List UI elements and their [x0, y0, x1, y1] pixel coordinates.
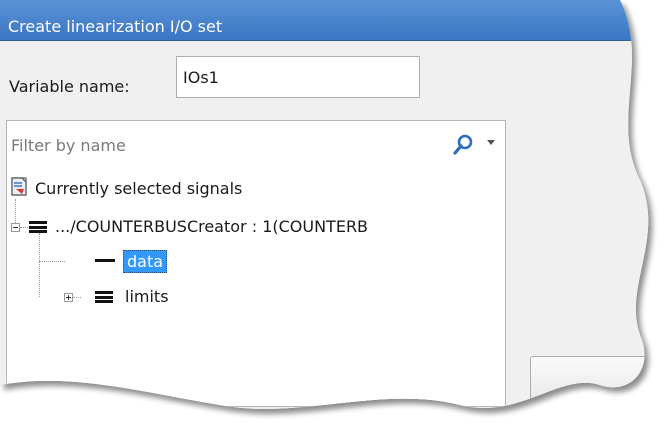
- tree-item-limits[interactable]: limits: [125, 287, 169, 306]
- variable-name-input[interactable]: [176, 56, 420, 98]
- tree-guide-line: [73, 297, 81, 298]
- bus-icon: [29, 221, 47, 233]
- dialog-panel: Create linearization I/O set Variable na…: [0, 0, 664, 433]
- tree-guide-line: [39, 233, 40, 297]
- signal-list-icon: [11, 177, 29, 197]
- tree-guide-line: [20, 227, 28, 228]
- tree-guide-line: [15, 199, 16, 225]
- collapse-toggle[interactable]: [11, 223, 20, 232]
- expand-toggle[interactable]: [64, 293, 73, 302]
- tree-item-counterbus[interactable]: .../COUNTERBUSCreator : 1(COUNTERB: [55, 217, 368, 236]
- filter-field[interactable]: Filter by name: [6, 120, 506, 168]
- tree-root-label[interactable]: Currently selected signals: [35, 179, 242, 198]
- signal-icon: [95, 259, 115, 262]
- tree-guide-line: [39, 261, 65, 262]
- filter-placeholder: Filter by name: [11, 136, 126, 155]
- variable-name-label: Variable name:: [9, 77, 130, 96]
- signal-tree[interactable]: Currently selected signals .../COUNTERBU…: [6, 167, 506, 407]
- bus-icon: [95, 291, 113, 303]
- dialog-title: Create linearization I/O set: [8, 17, 223, 36]
- tree-item-data[interactable]: data: [123, 250, 167, 273]
- dialog-title-bar[interactable]: Create linearization I/O set: [0, 0, 664, 41]
- filter-options-dropdown-icon[interactable]: [487, 140, 495, 145]
- search-icon[interactable]: [453, 133, 475, 155]
